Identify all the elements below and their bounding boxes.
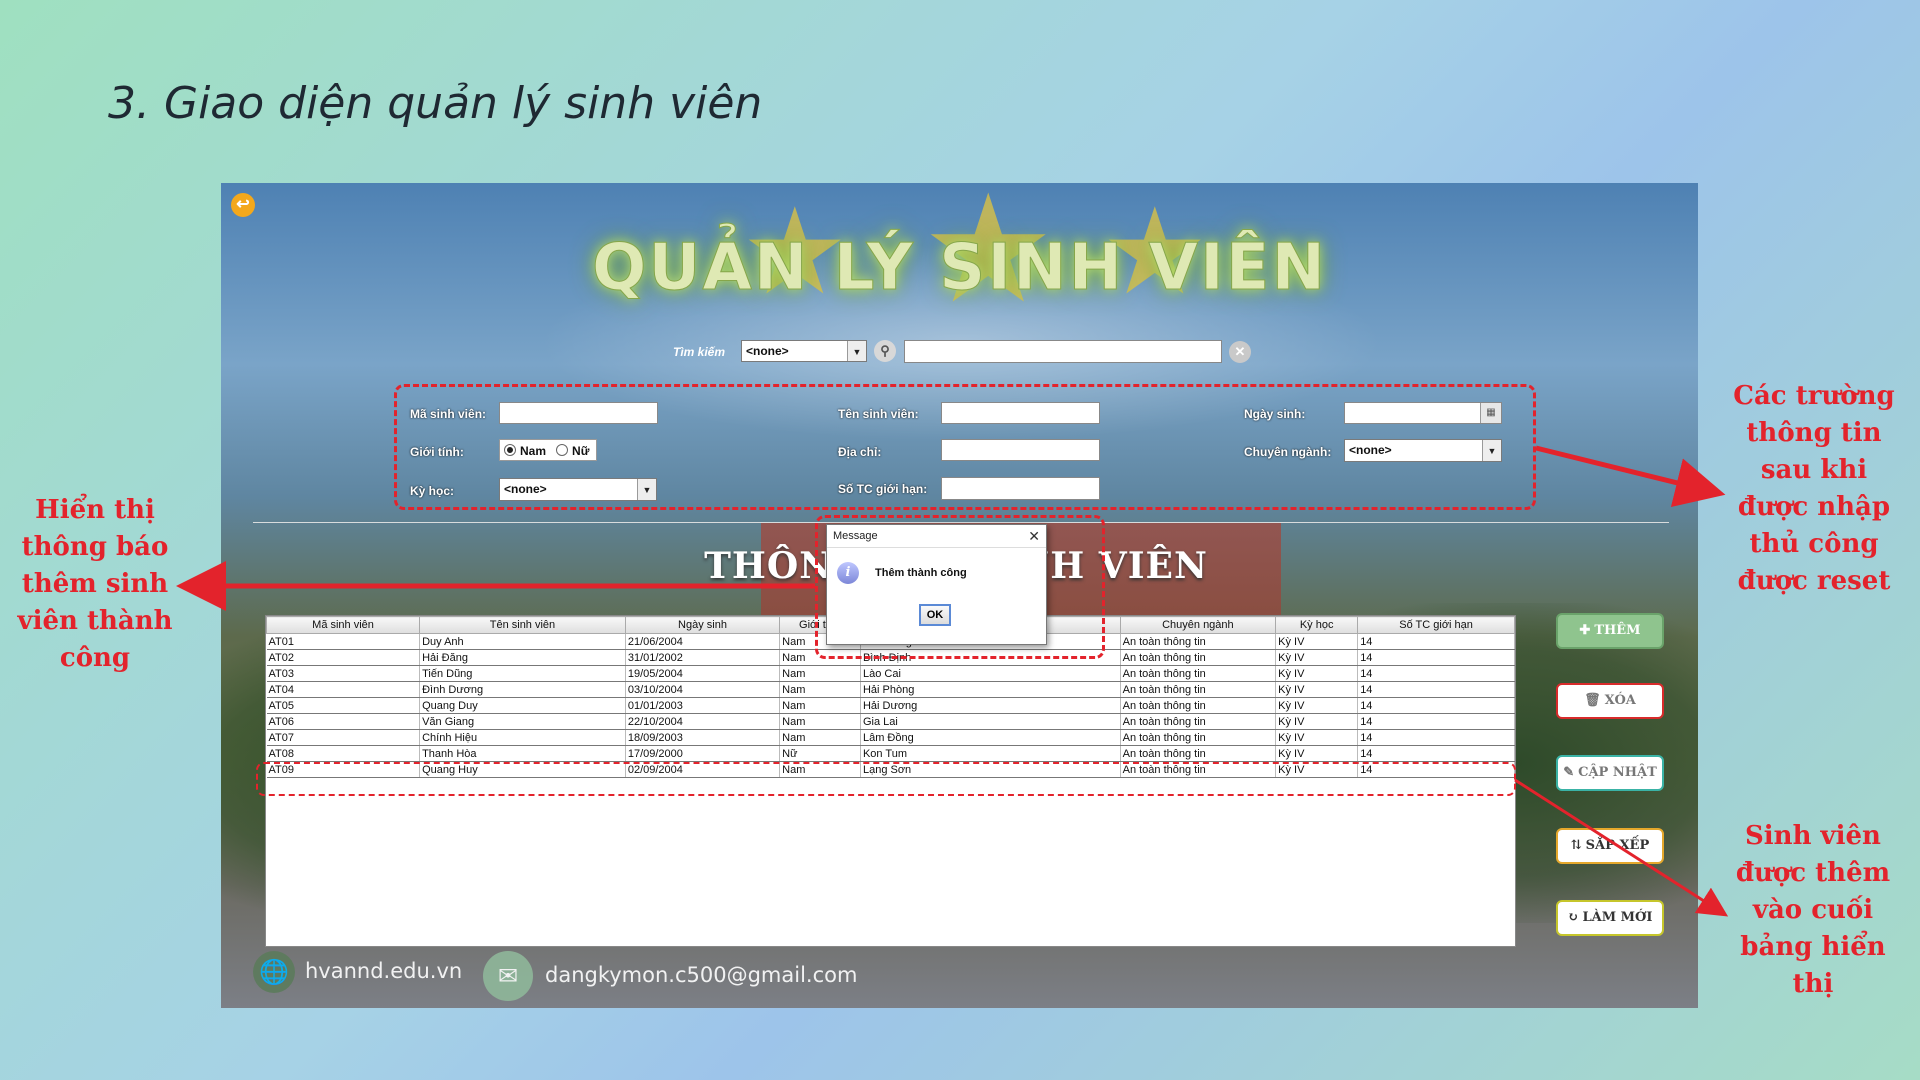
annotation-left: Hiển thị thông báo thêm sinh viên thành …: [17, 495, 173, 673]
annotation-right-bottom: Sinh viên được thêm vào cuối bảng hiển t…: [1735, 821, 1891, 999]
arrow-right-top: [1535, 445, 1726, 508]
annotation-arrows: [176, 445, 1729, 917]
arrow-right-bottom: [1514, 778, 1729, 917]
annotation-right-top: Các trường thông tin sau khi được nhập t…: [1733, 381, 1895, 596]
